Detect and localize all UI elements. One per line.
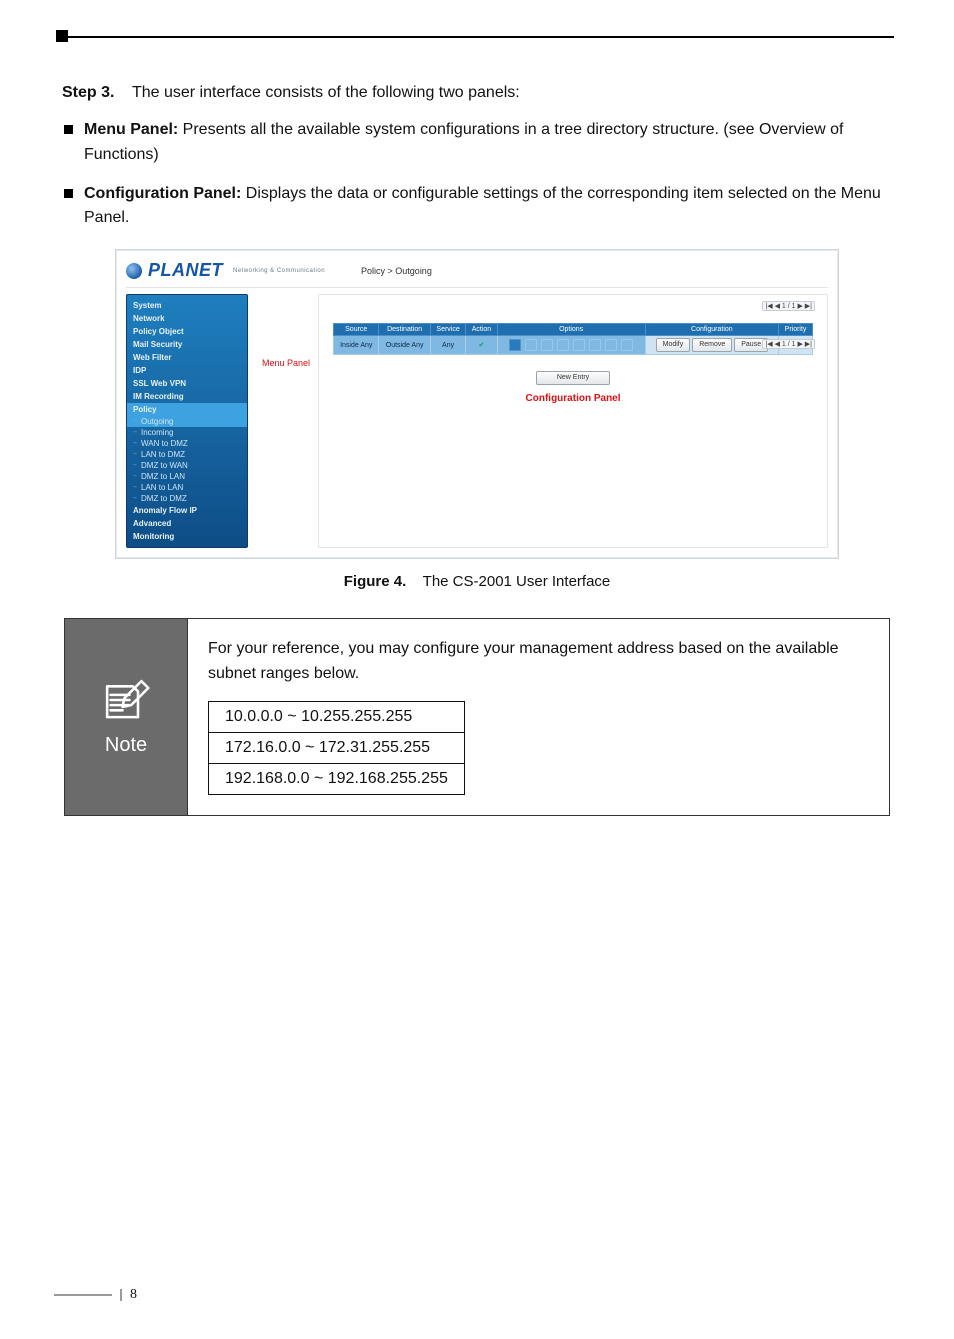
new-entry-button[interactable]: New Entry	[536, 371, 610, 385]
configuration-panel: |◀ ◀ 1 / 1 ▶ ▶| Source Destination Servi…	[318, 294, 828, 548]
breadcrumb: Policy > Outgoing	[361, 266, 432, 276]
option-icon[interactable]	[589, 339, 601, 351]
globe-icon	[126, 263, 142, 279]
pager-bottom[interactable]: |◀ ◀ 1 / 1 ▶ ▶|	[762, 339, 815, 349]
sidebar-item-ssl-web-vpn[interactable]: SSL Web VPN	[127, 377, 247, 390]
cell-action: ✔	[466, 336, 497, 355]
sidebar-item-policy[interactable]: Policy	[127, 403, 247, 416]
sidebar-item-idp[interactable]: IDP	[127, 364, 247, 377]
modify-button[interactable]: Modify	[656, 338, 691, 352]
policy-table: Source Destination Service Action Option…	[333, 323, 813, 355]
col-destination: Destination	[379, 324, 430, 336]
range-row: 172.16.0.0 ~ 172.31.255.255	[209, 732, 465, 763]
cell-source: Inside Any	[334, 336, 379, 355]
bullet1-text: Presents all the available system config…	[84, 121, 843, 163]
col-priority: Priority	[779, 324, 813, 336]
option-icon[interactable]	[605, 339, 617, 351]
col-options: Options	[497, 324, 645, 336]
sidebar-item-web-filter[interactable]: Web Filter	[127, 351, 247, 364]
option-icon[interactable]	[541, 339, 553, 351]
option-icon[interactable]	[557, 339, 569, 351]
note-text: For your reference, you may configure yo…	[208, 637, 869, 687]
brand-text: PLANET	[148, 260, 223, 281]
pager-top[interactable]: |◀ ◀ 1 / 1 ▶ ▶|	[762, 301, 815, 311]
subnet-ranges-table: 10.0.0.0 ~ 10.255.255.255 172.16.0.0 ~ 1…	[208, 701, 465, 795]
col-configuration: Configuration	[645, 324, 778, 336]
sidebar-item-im-recording[interactable]: IM Recording	[127, 390, 247, 403]
note-icon	[98, 676, 154, 724]
page-number: 8	[130, 1287, 137, 1303]
step-line: Step 3. The user interface consists of t…	[62, 84, 892, 102]
step-text: The user interface consists of the follo…	[132, 84, 520, 101]
figure-caption: Figure 4. The CS-2001 User Interface	[62, 573, 892, 590]
cell-service: Any	[430, 336, 466, 355]
bullet2-title: Configuration Panel:	[84, 185, 241, 202]
option-icon[interactable]	[621, 339, 633, 351]
ui-screenshot: PLANET Networking & Communication Policy…	[115, 249, 839, 559]
range-row: 192.168.0.0 ~ 192.168.255.255	[209, 763, 465, 794]
menu-panel-callout: Menu Panel	[262, 358, 310, 548]
col-service: Service	[430, 324, 466, 336]
sidebar-item-wan-to-dmz[interactable]: WAN to DMZ	[127, 438, 247, 449]
cell-destination: Outside Any	[379, 336, 430, 355]
sidebar: System Network Policy Object Mail Securi…	[126, 294, 248, 548]
cell-options	[497, 336, 645, 355]
bullet-configuration-panel: Configuration Panel: Displays the data o…	[62, 182, 892, 232]
step-label: Step 3.	[62, 84, 114, 101]
bullet1-title: Menu Panel:	[84, 121, 178, 138]
col-source: Source	[334, 324, 379, 336]
brand-logo: PLANET Networking & Communication	[126, 260, 325, 281]
col-action: Action	[466, 324, 497, 336]
configuration-panel-callout: Configuration Panel	[333, 393, 813, 404]
page-footer: 8	[54, 1287, 137, 1303]
sidebar-item-outgoing[interactable]: Outgoing	[127, 416, 247, 427]
note-label: Note	[105, 734, 147, 757]
sidebar-item-dmz-to-dmz[interactable]: DMZ to DMZ	[127, 493, 247, 504]
sidebar-item-monitoring[interactable]: Monitoring	[127, 530, 247, 543]
sidebar-item-lan-to-lan[interactable]: LAN to LAN	[127, 482, 247, 493]
option-icon[interactable]	[573, 339, 585, 351]
bullet-menu-panel: Menu Panel: Presents all the available s…	[62, 118, 892, 168]
check-icon: ✔	[479, 342, 485, 349]
table-row: Inside Any Outside Any Any ✔	[334, 336, 813, 355]
sidebar-item-policy-object[interactable]: Policy Object	[127, 325, 247, 338]
option-icon[interactable]	[525, 339, 537, 351]
sidebar-item-incoming[interactable]: Incoming	[127, 427, 247, 438]
note-box: Note For your reference, you may configu…	[64, 618, 890, 816]
sidebar-item-mail-security[interactable]: Mail Security	[127, 338, 247, 351]
option-icon[interactable]	[509, 339, 521, 351]
sidebar-item-dmz-to-wan[interactable]: DMZ to WAN	[127, 460, 247, 471]
range-row: 10.0.0.0 ~ 10.255.255.255	[209, 701, 465, 732]
sidebar-item-anomaly-flow-ip[interactable]: Anomaly Flow IP	[127, 504, 247, 517]
sidebar-item-advanced[interactable]: Advanced	[127, 517, 247, 530]
header-rule	[60, 36, 894, 38]
figure-label: Figure 4.	[344, 573, 407, 590]
remove-button[interactable]: Remove	[692, 338, 732, 352]
sidebar-item-lan-to-dmz[interactable]: LAN to DMZ	[127, 449, 247, 460]
sidebar-item-system[interactable]: System	[127, 299, 247, 312]
figure-text: The CS-2001 User Interface	[423, 573, 611, 590]
sidebar-item-network[interactable]: Network	[127, 312, 247, 325]
brand-subtext: Networking & Communication	[233, 268, 325, 274]
sidebar-item-dmz-to-lan[interactable]: DMZ to LAN	[127, 471, 247, 482]
cell-configuration: Modify Remove Pause	[645, 336, 778, 355]
